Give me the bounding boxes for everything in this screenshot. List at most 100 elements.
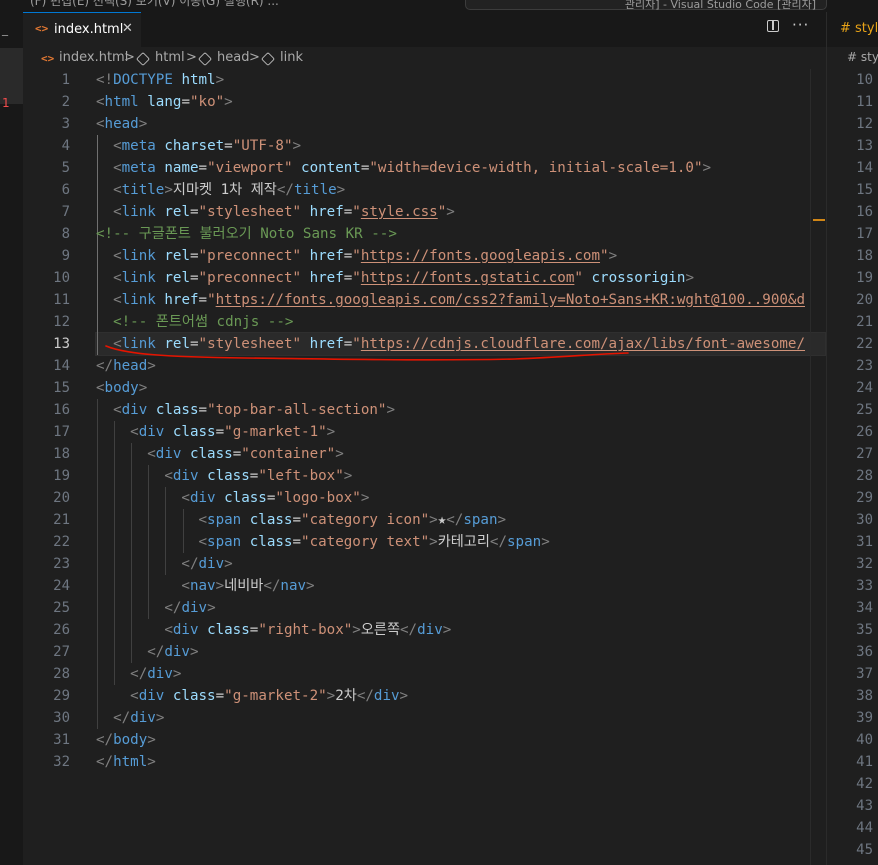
- code-token: div: [189, 490, 216, 506]
- code-token: >: [164, 182, 173, 198]
- line-number: 2: [61, 94, 70, 110]
- line-number: 18: [856, 248, 873, 264]
- line-number: 31: [856, 534, 873, 550]
- menu-bar[interactable]: (F) 편집(E) 선택(S) 보기(V) 이동(G) 실행(R) ...: [30, 0, 279, 9]
- line-number: 40: [856, 732, 873, 748]
- code-token: span: [207, 534, 242, 550]
- code-token: </: [489, 534, 508, 550]
- code-line[interactable]: </head>: [96, 355, 825, 377]
- code-line[interactable]: </body>: [96, 729, 825, 751]
- code-token: </: [181, 556, 199, 572]
- code-line[interactable]: <div class="container">: [96, 443, 825, 465]
- code-token: https://fonts.gstatic.com: [360, 270, 575, 286]
- code-token: <: [96, 116, 105, 132]
- breadcrumb-item-head[interactable]: head: [217, 50, 249, 65]
- code-line[interactable]: <span class="category icon">★</span>: [96, 509, 825, 531]
- code-line[interactable]: <!-- 구글폰트 불러오기 Noto Sans KR -->: [96, 223, 825, 245]
- code-line[interactable]: <span class="category text">카테고리</span>: [96, 531, 825, 553]
- code-line[interactable]: <meta charset="UTF-8">: [96, 135, 825, 157]
- line-number: 16: [856, 204, 873, 220]
- code-token: >: [215, 578, 225, 594]
- code-line[interactable]: <link rel="stylesheet" href="https://cdn…: [96, 333, 825, 355]
- code-line[interactable]: </html>: [96, 751, 825, 773]
- code-token: </: [164, 600, 182, 616]
- line-number: 22: [856, 336, 873, 352]
- code-line[interactable]: <div class="logo-box">: [96, 487, 825, 509]
- line-number: 27: [856, 446, 873, 462]
- line-number: 29: [53, 688, 70, 704]
- code-line[interactable]: <div class="top-bar-all-section">: [96, 399, 825, 421]
- breadcrumb-separator: >: [249, 50, 260, 65]
- code-line[interactable]: </div>: [96, 707, 825, 729]
- code-token: >: [224, 94, 233, 110]
- code-line[interactable]: <head>: [96, 113, 825, 135]
- code-token: >: [189, 644, 199, 660]
- code-line[interactable]: <link rel="stylesheet" href="style.css">: [96, 201, 825, 223]
- code-token: <: [113, 292, 122, 308]
- code-line[interactable]: <div class="left-box">: [96, 465, 825, 487]
- close-tab-icon[interactable]: ✕: [122, 21, 133, 36]
- command-center[interactable]: 관리자] - Visual Studio Code [관리자]: [465, 0, 827, 11]
- code-token: div: [138, 424, 165, 440]
- code-token: =: [189, 336, 199, 352]
- code-line[interactable]: <meta name="viewport" content="width=dev…: [96, 157, 825, 179]
- line-number: 29: [856, 490, 873, 506]
- code-line[interactable]: <nav>네비바</nav>: [96, 575, 825, 597]
- code-line[interactable]: </div>: [96, 663, 825, 685]
- code-line[interactable]: <html lang="ko">: [96, 91, 825, 113]
- line-number: 34: [856, 600, 873, 616]
- tab-index-html[interactable]: <> index.html ✕: [23, 12, 141, 47]
- code-token: <: [147, 446, 156, 462]
- code-line[interactable]: <body>: [96, 377, 825, 399]
- split-editor-icon[interactable]: [767, 20, 779, 32]
- line-number: 41: [856, 754, 873, 770]
- line-number: 8: [61, 226, 70, 242]
- code-line[interactable]: <title>지마켓 1차 제작</title>: [96, 179, 825, 201]
- code-token: nav: [189, 578, 216, 594]
- line-number: 17: [53, 424, 70, 440]
- breadcrumb-file[interactable]: index.html: [59, 50, 128, 65]
- breadcrumb-item-link[interactable]: link: [280, 50, 303, 65]
- element-icon: [197, 51, 213, 67]
- code-token: =: [292, 534, 302, 550]
- code-line[interactable]: <link href="https://fonts.googleapis.com…: [96, 289, 825, 311]
- line-number: 44: [856, 820, 873, 836]
- more-actions-icon[interactable]: ···: [792, 16, 809, 34]
- code-token: meta: [121, 138, 156, 154]
- code-token: rel: [164, 204, 190, 220]
- code-token: ": [352, 204, 361, 220]
- code-token: href: [309, 336, 344, 352]
- code-line[interactable]: </div>: [96, 597, 825, 619]
- code-line[interactable]: <link rel="preconnect" href="https://fon…: [96, 245, 825, 267]
- code-line[interactable]: <div class="right-box">오른쪽</div>: [96, 619, 825, 641]
- code-line[interactable]: <!DOCTYPE html>: [96, 69, 825, 91]
- code-line[interactable]: <div class="g-market-1">: [96, 421, 825, 443]
- code-token: ": [352, 270, 361, 286]
- code-line[interactable]: <div class="g-market-2">2차</div>: [96, 685, 825, 707]
- tab-style-css[interactable]: # style: [827, 12, 878, 47]
- code-line[interactable]: <link rel="preconnect" href="https://fon…: [96, 267, 825, 289]
- breadcrumb-item-html[interactable]: html: [155, 50, 185, 65]
- problem-marker: 1: [2, 96, 10, 110]
- code-token: =: [198, 402, 208, 418]
- code-token: "UTF-8": [232, 138, 293, 154]
- code-line[interactable]: </div>: [96, 641, 825, 663]
- code-token: <: [198, 512, 208, 528]
- code-token: >: [147, 358, 156, 374]
- editor-scrollbar[interactable]: [810, 69, 826, 865]
- breadcrumb[interactable]: # sty: [847, 50, 878, 64]
- line-number: 23: [856, 358, 873, 374]
- code-token: <: [113, 182, 122, 198]
- code-token: link: [121, 292, 156, 308]
- code-line[interactable]: </div>: [96, 553, 825, 575]
- code-line[interactable]: <!-- 폰트어썸 cdnjs -->: [96, 311, 825, 333]
- line-number: 38: [856, 688, 873, 704]
- line-number: 37: [856, 666, 873, 682]
- line-number: 28: [856, 468, 873, 484]
